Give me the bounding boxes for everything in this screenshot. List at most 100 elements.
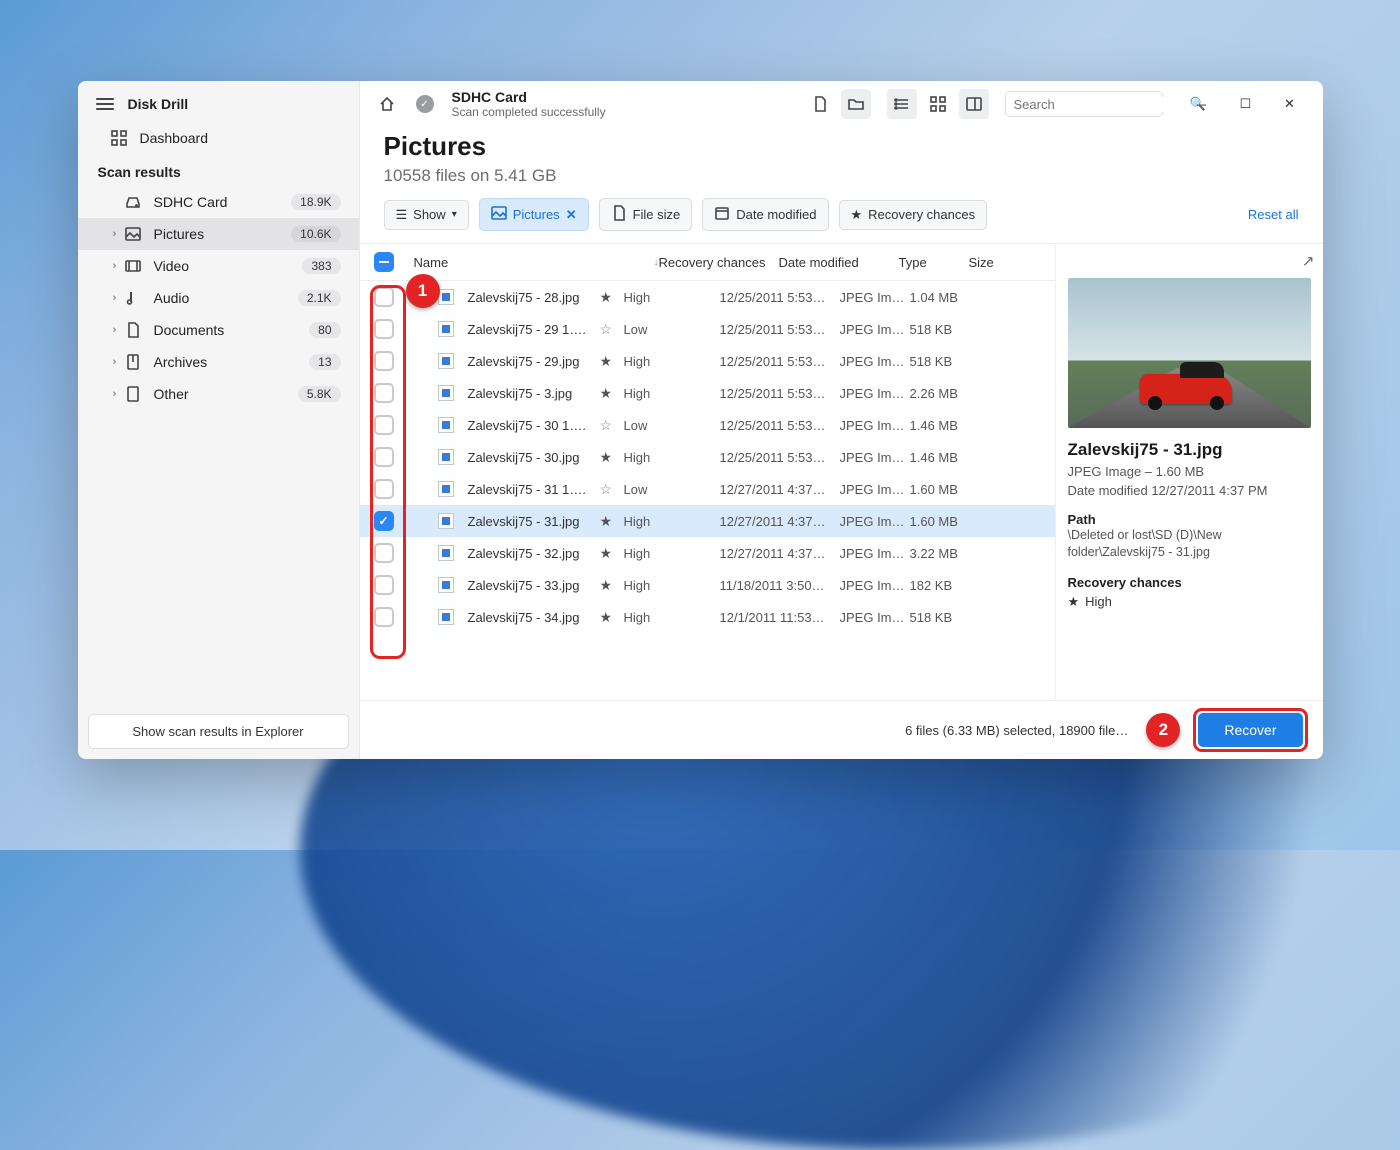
row-checkbox[interactable]	[374, 447, 394, 467]
annotation-badge-1: 1	[406, 274, 440, 308]
image-file-icon	[438, 417, 454, 433]
star-icon: ★	[600, 385, 624, 402]
col-type[interactable]: Type	[899, 255, 969, 270]
pictures-label: Pictures	[513, 207, 560, 222]
sidebar-item-audio[interactable]: › Audio 2.1K	[78, 282, 359, 314]
open-external-icon[interactable]: ↗	[1302, 252, 1315, 270]
grid-view-icon[interactable]	[923, 89, 953, 119]
chevron-right-icon: ›	[108, 260, 122, 272]
recover-button[interactable]: Recover	[1198, 713, 1302, 747]
preview-rc-label: Recovery chances	[1068, 575, 1311, 590]
sidebar: Disk Drill Dashboard Scan results SDHC C…	[78, 81, 360, 759]
recovery-value: High	[624, 450, 720, 465]
col-date[interactable]: Date modified	[779, 255, 899, 270]
maximize-button[interactable]: ☐	[1225, 89, 1267, 119]
image-file-icon	[438, 481, 454, 497]
row-checkbox[interactable]	[374, 415, 394, 435]
table-row[interactable]: Zalevskij75 - 32.jpg★High12/27/2011 4:37…	[360, 537, 1055, 569]
recover-wrap: Recover	[1198, 713, 1302, 747]
row-checkbox[interactable]	[374, 319, 394, 339]
table-row[interactable]: Zalevskij75 - 33.jpg★High11/18/2011 3:50…	[360, 569, 1055, 601]
header-subtitle: Scan completed successfully	[452, 105, 606, 119]
select-all-checkbox[interactable]	[374, 252, 400, 272]
clear-filter-icon[interactable]: ✕	[566, 207, 577, 223]
table-row[interactable]: Zalevskij75 - 31.jpg★High12/27/2011 4:37…	[360, 505, 1055, 537]
row-checkbox[interactable]	[374, 511, 394, 531]
table-row[interactable]: Zalevskij75 - 34.jpg★High12/1/2011 11:53…	[360, 601, 1055, 633]
type-value: JPEG Im…	[840, 514, 910, 529]
filter-bar: ☰ Show ▾ Pictures ✕ File size Date modif…	[360, 198, 1323, 243]
show-filter[interactable]: ☰ Show ▾	[384, 200, 469, 230]
date-value: 12/25/2011 5:53…	[720, 418, 840, 433]
preview-path-label: Path	[1068, 512, 1311, 527]
type-value: JPEG Im…	[840, 386, 910, 401]
dashboard-label: Dashboard	[140, 130, 209, 146]
file-name: Zalevskij75 - 31.jpg	[460, 514, 600, 529]
pictures-filter[interactable]: Pictures ✕	[479, 198, 589, 231]
reset-filters-link[interactable]: Reset all	[1248, 207, 1299, 222]
row-checkbox[interactable]	[374, 287, 394, 307]
sidebar-item-video[interactable]: › Video 383	[78, 250, 359, 282]
search-field[interactable]	[1014, 97, 1190, 112]
show-in-explorer-button[interactable]: Show scan results in Explorer	[88, 714, 349, 749]
home-icon[interactable]	[372, 89, 402, 119]
row-checkbox[interactable]	[374, 607, 394, 627]
folder-view-icon[interactable]	[841, 89, 871, 119]
chevron-right-icon: ›	[108, 356, 122, 368]
table-row[interactable]: Zalevskij75 - 28.jpg★High12/25/2011 5:53…	[360, 281, 1055, 313]
type-value: JPEG Im…	[840, 578, 910, 593]
row-checkbox[interactable]	[374, 575, 394, 595]
col-recovery[interactable]: Recovery chances	[659, 255, 779, 270]
col-size[interactable]: Size	[969, 255, 1041, 270]
image-file-icon	[438, 577, 454, 593]
table-row[interactable]: Zalevskij75 - 31 1….☆Low12/27/2011 4:37……	[360, 473, 1055, 505]
filesize-filter[interactable]: File size	[599, 198, 693, 231]
date-value: 12/25/2011 5:53…	[720, 386, 840, 401]
col-name[interactable]: Name↓	[400, 255, 659, 270]
table-row[interactable]: Zalevskij75 - 29.jpg★High12/25/2011 5:53…	[360, 345, 1055, 377]
hamburger-icon[interactable]	[96, 98, 114, 110]
table-row[interactable]: Zalevskij75 - 30 1….☆Low12/25/2011 5:53……	[360, 409, 1055, 441]
table-row[interactable]: Zalevskij75 - 3.jpg★High12/25/2011 5:53……	[360, 377, 1055, 409]
recovery-value: High	[624, 610, 720, 625]
type-value: JPEG Im…	[840, 610, 910, 625]
preview-rc-value: ★High	[1068, 594, 1311, 610]
sidebar-dashboard[interactable]: Dashboard	[78, 122, 359, 154]
sidebar-item-documents[interactable]: › Documents 80	[78, 314, 359, 346]
sidebar-item-pictures[interactable]: › Pictures 10.6K	[78, 218, 359, 250]
row-checkbox[interactable]	[374, 479, 394, 499]
preview-panel: ↗ Zalevskij75 - 31.jpg JPEG Image – 1.60…	[1055, 244, 1323, 700]
table-row[interactable]: Zalevskij75 - 30.jpg★High12/25/2011 5:53…	[360, 441, 1055, 473]
file-name: Zalevskij75 - 31 1….	[460, 482, 600, 497]
row-checkbox[interactable]	[374, 351, 394, 371]
list-view-icon[interactable]	[887, 89, 917, 119]
page-header: Pictures 10558 files on 5.41 GB	[360, 127, 1323, 198]
scan-status-icon: ✓	[410, 89, 440, 119]
sidebar-item-other[interactable]: › Other 5.8K	[78, 378, 359, 410]
date-value: 11/18/2011 3:50…	[720, 578, 840, 593]
panel-view-icon[interactable]	[959, 89, 989, 119]
file-name: Zalevskij75 - 34.jpg	[460, 610, 600, 625]
row-checkbox[interactable]	[374, 543, 394, 563]
sidebar-item-archives[interactable]: › Archives 13	[78, 346, 359, 378]
recovery-value: Low	[624, 418, 720, 433]
sidebar-item-label: Pictures	[154, 226, 205, 242]
row-checkbox[interactable]	[374, 383, 394, 403]
star-icon: ★	[600, 577, 624, 594]
minimize-button[interactable]: ─	[1181, 89, 1223, 119]
star-icon: ★	[851, 207, 863, 223]
close-button[interactable]: ✕	[1269, 89, 1311, 119]
search-input[interactable]: 🔍	[1005, 91, 1163, 117]
star-icon: ☆	[600, 481, 624, 498]
size-value: 1.60 MB	[910, 514, 982, 529]
chevron-right-icon: ›	[108, 228, 122, 240]
file-table: Name↓ Recovery chances Date modified Typ…	[360, 244, 1055, 700]
preview-image	[1068, 278, 1311, 428]
date-filter[interactable]: Date modified	[702, 198, 828, 231]
sidebar-item-sdhc[interactable]: SDHC Card 18.9K	[78, 186, 359, 218]
table-body: Zalevskij75 - 28.jpg★High12/25/2011 5:53…	[360, 281, 1055, 633]
table-row[interactable]: Zalevskij75 - 29 1….☆Low12/25/2011 5:53……	[360, 313, 1055, 345]
recovery-filter[interactable]: ★ Recovery chances	[839, 200, 988, 230]
file-view-icon[interactable]	[805, 89, 835, 119]
image-file-icon	[438, 353, 454, 369]
